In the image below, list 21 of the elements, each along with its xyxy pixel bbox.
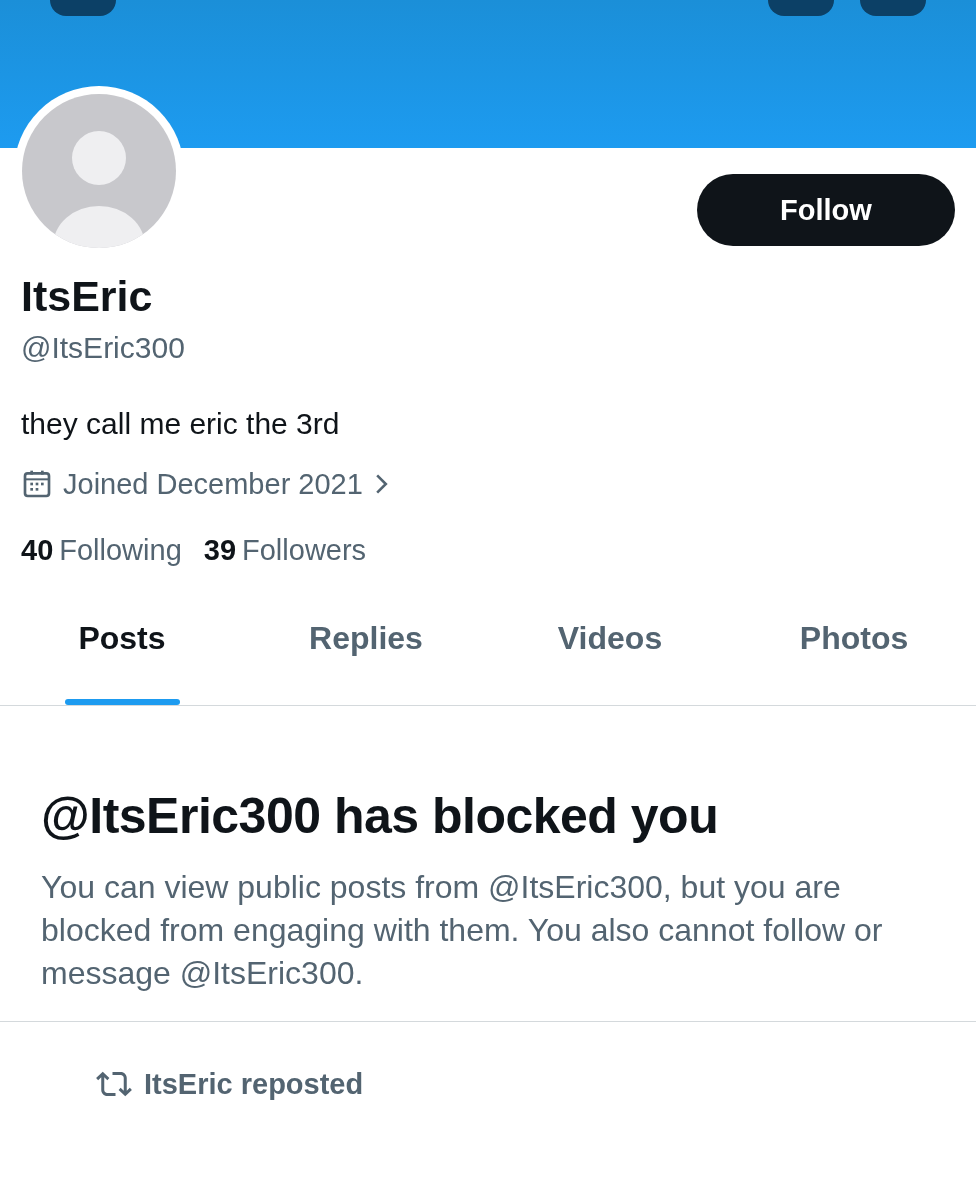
repost-label[interactable]: ItsEric reposted xyxy=(144,1067,364,1101)
profile-handle: @ItsEric300 xyxy=(21,330,186,366)
chevron-right-icon[interactable] xyxy=(374,473,388,495)
profile-bio: they call me eric the 3rd xyxy=(21,406,341,442)
follow-button[interactable]: Follow xyxy=(697,174,955,246)
profile-tab[interactable]: Replies xyxy=(309,620,423,657)
stat-count[interactable]: 40 xyxy=(21,530,54,570)
calendar-icon xyxy=(21,468,53,500)
joined-date: Joined December 2021 xyxy=(63,467,363,501)
stat-label[interactable]: Following xyxy=(59,530,182,570)
nav-button[interactable] xyxy=(50,0,116,16)
nav-button[interactable] xyxy=(768,0,834,16)
profile-tab[interactable]: Videos xyxy=(557,620,663,657)
nav-button[interactable] xyxy=(860,0,926,16)
profile-tab[interactable]: Photos xyxy=(799,620,909,657)
blocked-message: You can view public posts from @ItsEric300, but you are blocked from engaging with them. You also cannot follow or message @ItsEric300. xyxy=(41,868,884,993)
stat-label[interactable]: Followers xyxy=(242,530,367,570)
blocked-title: @ItsEric300 has blocked you xyxy=(41,787,720,846)
stat-count[interactable]: 39 xyxy=(203,530,237,570)
profile-tab[interactable]: Posts xyxy=(78,620,166,657)
profile-name: ItsEric xyxy=(21,271,154,322)
